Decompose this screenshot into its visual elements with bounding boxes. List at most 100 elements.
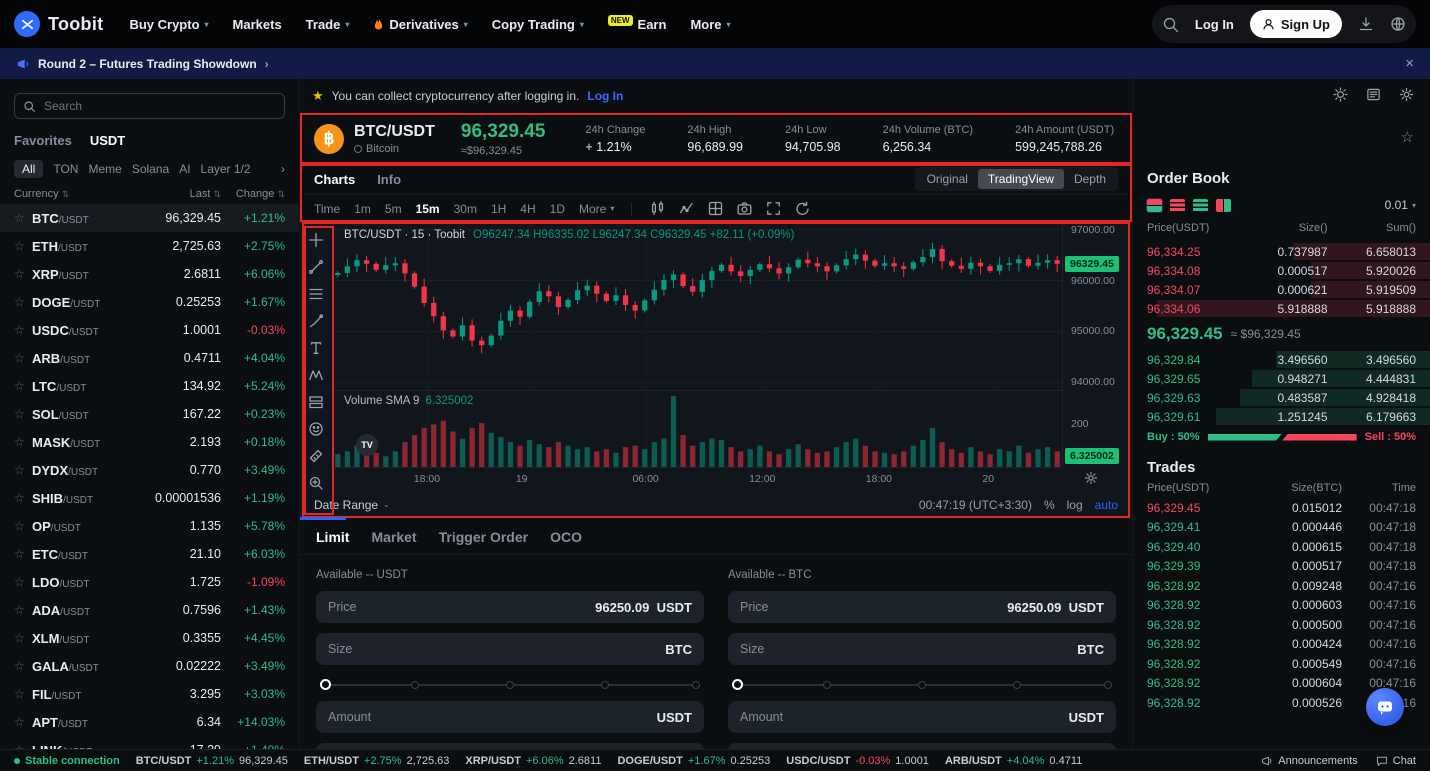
chip-layer-1-2[interactable]: Layer 1/2 (201, 162, 251, 176)
fullscreen-icon[interactable] (766, 201, 781, 216)
notice-login-link[interactable]: Log In (587, 89, 623, 103)
book-mode-asks-icon[interactable] (1170, 199, 1185, 212)
favorite-star-icon[interactable]: ☆ (14, 547, 32, 561)
indicators-icon[interactable] (679, 201, 694, 216)
market-row-fil-usdt[interactable]: ☆FIL/USDT3.295+3.03% (0, 680, 299, 708)
favorite-star-icon[interactable]: ☆ (1401, 128, 1414, 146)
favorite-star-icon[interactable]: ☆ (14, 715, 32, 729)
favorite-star-icon[interactable]: ☆ (14, 743, 32, 749)
announcements-button[interactable]: Announcements (1261, 755, 1358, 767)
fib-tool-icon[interactable] (308, 286, 324, 302)
tab-charts[interactable]: Charts (314, 172, 355, 187)
search-icon[interactable] (1162, 16, 1179, 33)
status-ticker-eth-usdt[interactable]: ETH/USDT+2.75%2,725.63 (304, 755, 449, 767)
market-row-ada-usdt[interactable]: ☆ADA/USDT0.7596+1.43% (0, 596, 299, 624)
status-ticker-doge-usdt[interactable]: DOGE/USDT+1.67%0.25253 (617, 755, 770, 767)
market-row-etc-usdt[interactable]: ☆ETC/USDT21.10+6.03% (0, 540, 299, 568)
nav-item-copy-trading[interactable]: Copy Trading▾ (492, 17, 584, 32)
banner-close-icon[interactable]: × (1405, 55, 1414, 72)
chat-button[interactable]: Chat (1376, 755, 1416, 767)
order-tab-market[interactable]: Market (371, 529, 416, 545)
position-tool-icon[interactable] (308, 394, 324, 410)
book-mode-both-icon[interactable] (1147, 199, 1162, 212)
emoji-tool-icon[interactable] (308, 421, 324, 437)
market-row-link-usdt[interactable]: ☆LINK/USDT17.29+1.49% (0, 736, 299, 749)
theme-sun-icon[interactable] (1333, 87, 1348, 102)
log-scale-button[interactable]: log (1067, 498, 1083, 512)
favorite-star-icon[interactable]: ☆ (14, 575, 32, 589)
pattern-tool-icon[interactable] (308, 367, 324, 383)
favorite-star-icon[interactable]: ☆ (14, 687, 32, 701)
nav-item-buy-crypto[interactable]: Buy Crypto▾ (129, 17, 208, 32)
price-pane[interactable] (333, 222, 1062, 390)
interval-more-button[interactable]: More▾ (579, 202, 614, 216)
sidebar-tab-usdt[interactable]: USDT (90, 133, 125, 148)
interval-4h[interactable]: 4H (520, 202, 535, 216)
market-row-op-usdt[interactable]: ☆OP/USDT1.135+5.78% (0, 512, 299, 540)
order-book-bid-row[interactable]: 96,329.843.4965603.496560 (1133, 350, 1430, 369)
measure-tool-icon[interactable] (308, 448, 324, 464)
tradingview-logo[interactable]: TV (356, 434, 378, 456)
interval-15m[interactable]: 15m (416, 202, 440, 216)
order-tab-trigger-order[interactable]: Trigger Order (439, 529, 528, 545)
nav-item-more[interactable]: More▾ (690, 17, 730, 32)
time-axis[interactable]: 18:001906:0012:0018:0020 (333, 467, 1062, 490)
interval-1m[interactable]: 1m (354, 202, 371, 216)
sidebar-tab-favorites[interactable]: Favorites (14, 133, 72, 148)
brush-tool-icon[interactable] (308, 313, 324, 329)
interval-1h[interactable]: 1H (491, 202, 506, 216)
order-book-bid-row[interactable]: 96,329.650.9482714.444831 (1133, 369, 1430, 388)
market-row-btc-usdt[interactable]: ☆BTC/USDT96,329.45+1.21% (0, 204, 299, 232)
favorite-star-icon[interactable]: ☆ (14, 631, 32, 645)
market-row-gala-usdt[interactable]: ☆GALA/USDT0.02222+3.49% (0, 652, 299, 680)
chip-all[interactable]: All (14, 160, 43, 178)
market-row-sol-usdt[interactable]: ☆SOL/USDT167.22+0.23% (0, 400, 299, 428)
interval-time[interactable]: Time (314, 202, 340, 216)
status-ticker-usdc-usdt[interactable]: USDC/USDT-0.03%1.0001 (786, 755, 929, 767)
clipped-field[interactable] (316, 743, 704, 749)
market-row-eth-usdt[interactable]: ☆ETH/USDT2,725.63+2.75% (0, 232, 299, 260)
support-chat-bubble[interactable] (1366, 688, 1404, 726)
status-ticker-btc-usdt[interactable]: BTC/USDT+1.21%96,329.45 (136, 755, 288, 767)
amount-field[interactable]: Amount USDT (728, 701, 1116, 733)
favorite-star-icon[interactable]: ☆ (14, 323, 32, 337)
size-slider[interactable] (732, 679, 1112, 691)
price-field[interactable]: Price 96250.09 USDT (316, 591, 704, 623)
zoom-in-tool-icon[interactable] (308, 475, 324, 490)
chip-ai[interactable]: AI (179, 162, 190, 176)
date-range-button[interactable]: Date Range⌄ (314, 498, 390, 512)
percent-scale-button[interactable]: % (1044, 498, 1055, 512)
favorite-star-icon[interactable]: ☆ (14, 379, 32, 393)
settings-gear-icon[interactable] (1399, 87, 1414, 102)
camera-icon[interactable] (737, 201, 752, 216)
favorite-star-icon[interactable]: ☆ (14, 407, 32, 421)
favorite-star-icon[interactable]: ☆ (14, 435, 32, 449)
price-scale[interactable]: 96329.45 200 6.325002 97000.0096000.0095… (1062, 222, 1132, 467)
book-mode-bids-icon[interactable] (1193, 199, 1208, 212)
order-tab-limit[interactable]: Limit (316, 529, 349, 545)
auto-scale-button[interactable]: auto (1095, 498, 1118, 512)
market-row-usdc-usdt[interactable]: ☆USDC/USDT1.0001-0.03% (0, 316, 299, 344)
status-ticker-arb-usdt[interactable]: ARB/USDT+4.04%0.4711 (945, 755, 1082, 767)
refresh-icon[interactable] (795, 201, 810, 216)
market-row-apt-usdt[interactable]: ☆APT/USDT6.34+14.03% (0, 708, 299, 736)
mode-depth[interactable]: Depth (1064, 169, 1116, 189)
favorite-star-icon[interactable]: ☆ (14, 351, 32, 365)
market-row-ltc-usdt[interactable]: ☆LTC/USDT134.92+5.24% (0, 372, 299, 400)
order-book-ask-row[interactable]: 96,334.250.7379876.658013 (1133, 242, 1430, 261)
pair-title[interactable]: BTC/USDT (354, 123, 435, 141)
favorite-star-icon[interactable]: ☆ (14, 603, 32, 617)
trendline-tool-icon[interactable] (308, 259, 324, 275)
market-row-shib-usdt[interactable]: ☆SHIB/USDT0.00001536+1.19% (0, 484, 299, 512)
tab-info[interactable]: Info (377, 172, 401, 187)
crosshair-tool-icon[interactable] (308, 232, 324, 248)
nav-item-derivatives[interactable]: Derivatives▾ (373, 17, 467, 32)
download-icon[interactable] (1358, 16, 1374, 32)
connection-status[interactable]: Stable connection (14, 755, 120, 767)
chip-solana[interactable]: Solana (132, 162, 169, 176)
size-field[interactable]: Size BTC (728, 633, 1116, 665)
precision-dropdown[interactable]: 0.01▾ (1385, 198, 1416, 212)
market-row-dydx-usdt[interactable]: ☆DYDX/USDT0.770+3.49% (0, 456, 299, 484)
favorite-star-icon[interactable]: ☆ (14, 519, 32, 533)
chart-settings-gear-icon[interactable] (1084, 471, 1098, 485)
